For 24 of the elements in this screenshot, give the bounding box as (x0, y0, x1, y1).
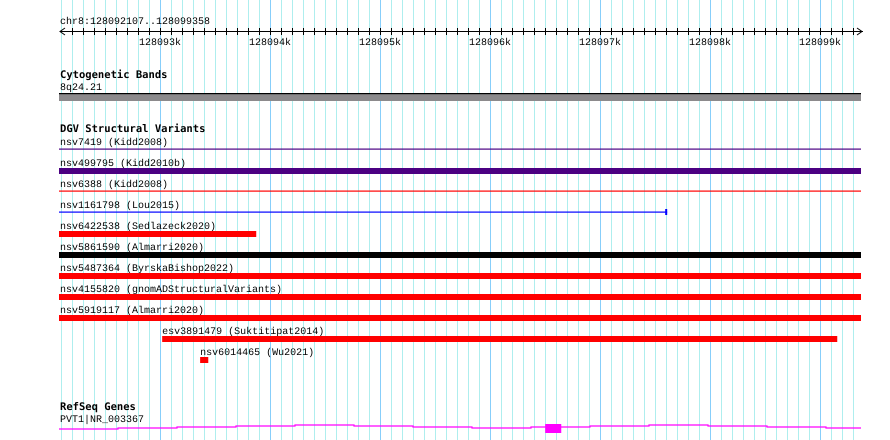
track-title: RefSeq Genes (60, 401, 136, 413)
tick-label: 128098k (689, 38, 731, 49)
tick-label: 128094k (249, 38, 291, 49)
tick-label: 128096k (469, 38, 511, 49)
position-label: chr8:128092107..128099358 (60, 17, 210, 28)
tick-label: 128093k (139, 38, 181, 49)
feature-label: nsv5919117 (Almarri2020) (60, 306, 204, 317)
gene-label: PVT1|NR_003367 (60, 415, 144, 426)
feature-label: nsv6014465 (Wu2021) (200, 348, 314, 359)
feature-label: nsv1161798 (Lou2015) (60, 201, 180, 212)
feature-label: esv3891479 (Suktitipat2014) (162, 327, 324, 338)
feature-label: nsv6422538 (Sedlazeck2020) (60, 222, 216, 233)
tick-label: 128095k (359, 38, 401, 49)
feature-label: nsv5487364 (ByrskaBishop2022) (60, 264, 234, 275)
feature-label: nsv4155820 (gnomADStructuralVariants) (60, 285, 282, 296)
feature-label: nsv499795 (Kidd2010b) (60, 159, 186, 170)
feature-label: nsv6388 (Kidd2008) (60, 180, 168, 191)
feature-label: nsv5861590 (Almarri2020) (60, 243, 204, 254)
tick-label: 128099k (799, 38, 841, 49)
feature-label: nsv7419 (Kidd2008) (60, 138, 168, 149)
tick-label: 128097k (579, 38, 621, 49)
band-label: 8q24.21 (60, 83, 102, 94)
track-title: Cytogenetic Bands (60, 69, 168, 81)
track-title: DGV Structural Variants (60, 123, 206, 135)
